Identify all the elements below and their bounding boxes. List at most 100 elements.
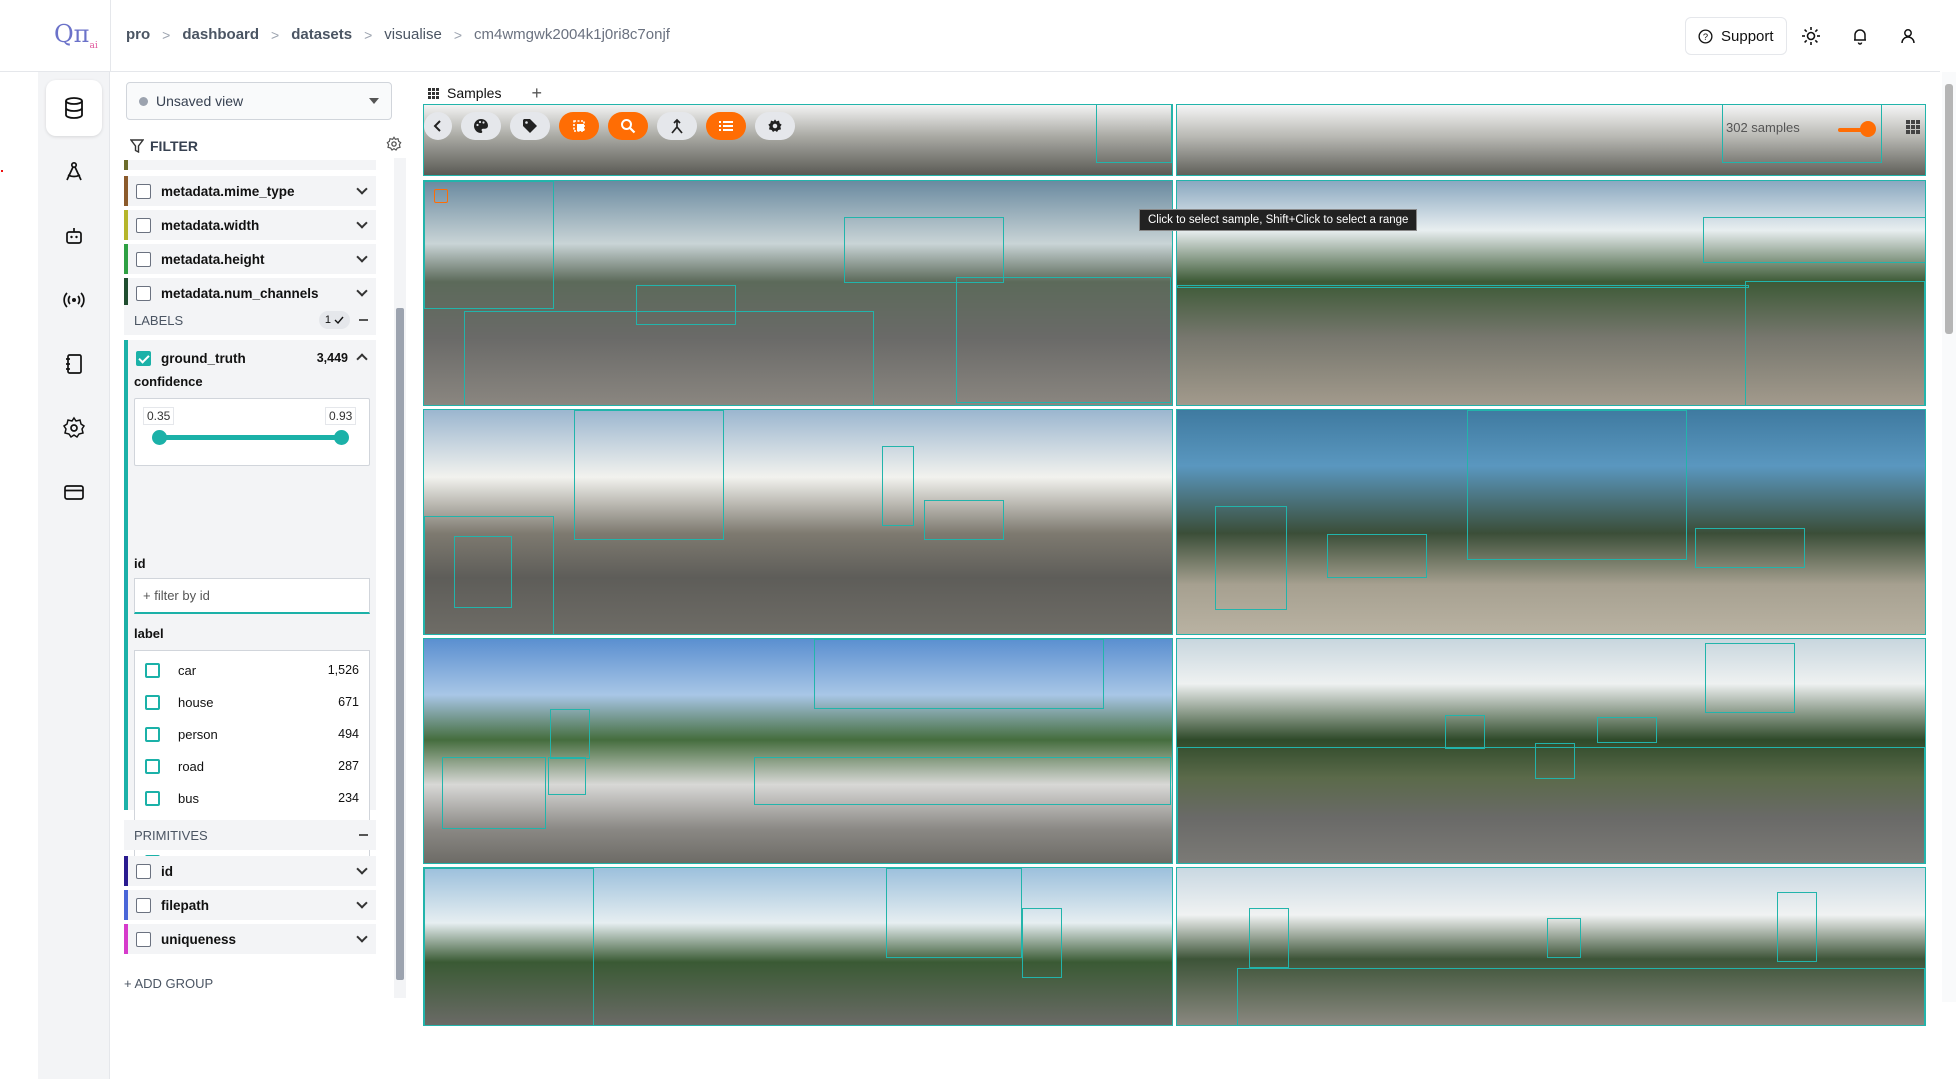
rail-datasets[interactable] <box>46 80 102 136</box>
field-row-height[interactable]: metadata.height <box>124 244 376 274</box>
confidence-max-value[interactable]: 0.93 <box>325 407 357 425</box>
chevron-down-icon[interactable] <box>356 285 368 297</box>
label-count: 671 <box>338 695 359 709</box>
tab-samples-label: Samples <box>447 85 502 101</box>
chevron-down-icon[interactable] <box>356 897 368 909</box>
confidence-slider-track[interactable] <box>159 435 341 440</box>
breadcrumb-dashboard[interactable]: dashboard <box>182 26 259 43</box>
chevron-down-icon[interactable] <box>356 183 368 195</box>
field-row-uniqueness[interactable]: uniqueness <box>124 924 376 954</box>
patches-button[interactable] <box>559 112 599 140</box>
ground-truth-checkbox[interactable] <box>136 350 151 366</box>
field-checkbox[interactable] <box>136 251 151 267</box>
field-checkbox[interactable] <box>136 897 151 913</box>
samples-panel: Samples + 302 samples Click to select sa… <box>408 72 1940 1079</box>
display-options-button[interactable] <box>706 112 746 140</box>
label-name: bus <box>178 790 199 806</box>
breadcrumb-datasets[interactable]: datasets <box>291 26 352 43</box>
sample-grid <box>423 104 1926 1026</box>
sort-button[interactable] <box>657 112 697 140</box>
label-checkbox[interactable] <box>145 662 160 678</box>
label-item-bus[interactable]: bus 234 <box>135 785 369 811</box>
label-item-car[interactable]: car 1,526 <box>135 657 369 683</box>
label-checkbox[interactable] <box>145 694 160 710</box>
rail-broadcast[interactable] <box>46 272 102 328</box>
chevron-down-icon[interactable] <box>356 931 368 943</box>
rail-billing[interactable] <box>46 464 102 520</box>
app-logo[interactable]: Qπai <box>54 20 98 51</box>
ground-truth-panel: ground_truth 3,449 confidence 0.35 0.93 … <box>124 340 376 882</box>
stray-dot <box>1 170 3 172</box>
labels-section-header[interactable]: LABELS 1 <box>124 305 376 335</box>
primitives-section-header[interactable]: PRIMITIVES <box>124 820 376 850</box>
list-icon <box>719 121 733 131</box>
thumbnail-size-handle[interactable] <box>1860 121 1876 137</box>
bounding-box <box>1096 105 1172 163</box>
sample-tile[interactable] <box>423 180 1173 406</box>
collapse-icon[interactable] <box>359 319 368 321</box>
label-item-road[interactable]: road 287 <box>135 753 369 779</box>
label-item-person[interactable]: person 494 <box>135 721 369 747</box>
label-checkbox[interactable] <box>145 726 160 742</box>
sample-tile[interactable] <box>1176 409 1926 635</box>
sample-tile[interactable] <box>423 409 1173 635</box>
label-checkbox[interactable] <box>145 758 160 774</box>
bounding-box <box>1177 747 1925 863</box>
sample-tile[interactable] <box>423 638 1173 864</box>
labels-badge-count: 1 <box>324 314 331 326</box>
rail-agents[interactable] <box>46 208 102 264</box>
sample-tile[interactable] <box>423 867 1173 1026</box>
field-row-id[interactable]: id <box>124 856 376 886</box>
tag-button[interactable] <box>510 112 550 140</box>
field-checkbox[interactable] <box>136 217 151 233</box>
filter-settings-icon[interactable] <box>386 136 402 152</box>
field-checkbox[interactable] <box>136 931 151 947</box>
theme-toggle-button[interactable] <box>1795 20 1827 52</box>
view-select[interactable]: Unsaved view <box>126 82 392 120</box>
label-item-house[interactable]: house 671 <box>135 689 369 715</box>
field-checkbox[interactable] <box>136 285 151 301</box>
breadcrumb-pro[interactable]: pro <box>126 26 150 43</box>
field-checkbox[interactable] <box>136 863 151 879</box>
confidence-max-handle[interactable] <box>334 430 349 445</box>
bounding-box <box>1695 528 1805 568</box>
user-menu-button[interactable] <box>1892 20 1924 52</box>
add-tab-button[interactable]: + <box>531 83 542 104</box>
notifications-button[interactable] <box>1844 20 1876 52</box>
label-checkbox[interactable] <box>145 790 160 806</box>
rail-notebooks[interactable] <box>46 336 102 392</box>
rail-models[interactable] <box>46 144 102 200</box>
id-filter-input[interactable]: + filter by id <box>134 578 370 614</box>
support-button[interactable]: ? Support <box>1685 17 1787 55</box>
tab-samples[interactable]: Samples <box>422 85 507 101</box>
sample-tile[interactable] <box>1176 104 1926 176</box>
collapse-icon[interactable] <box>359 834 368 836</box>
back-button[interactable] <box>424 112 452 140</box>
grid-scrollbar-thumb[interactable] <box>1945 84 1953 334</box>
grid-settings-button[interactable] <box>755 112 795 140</box>
grid-layout-button[interactable] <box>1906 120 1920 139</box>
confidence-min-handle[interactable] <box>152 430 167 445</box>
field-row-width[interactable]: metadata.width <box>124 210 376 240</box>
sample-tile[interactable] <box>1176 867 1926 1026</box>
field-row-num-channels[interactable]: metadata.num_channels <box>124 278 376 308</box>
chevron-down-icon[interactable] <box>356 217 368 229</box>
field-row-filepath[interactable]: filepath <box>124 890 376 920</box>
sidebar-scrollbar-thumb[interactable] <box>396 308 404 980</box>
add-group-button[interactable]: + ADD GROUP <box>124 976 213 991</box>
color-scheme-button[interactable] <box>461 112 501 140</box>
chevron-down-icon[interactable] <box>356 251 368 263</box>
sample-tile[interactable] <box>1176 638 1926 864</box>
breadcrumb-visualise[interactable]: visualise <box>384 26 442 43</box>
bounding-box <box>574 410 724 540</box>
ground-truth-row[interactable]: ground_truth 3,449 <box>124 346 376 370</box>
grid-scrollbar[interactable] <box>1942 72 1956 1002</box>
similarity-search-button[interactable] <box>608 112 648 140</box>
confidence-min-value[interactable]: 0.35 <box>143 407 175 425</box>
rail-settings[interactable] <box>46 400 102 456</box>
field-checkbox[interactable] <box>136 183 151 199</box>
field-row-mime-type[interactable]: metadata.mime_type <box>124 176 376 206</box>
sidebar-scrollbar[interactable] <box>394 158 406 998</box>
chevron-down-icon[interactable] <box>356 863 368 875</box>
chevron-up-icon[interactable] <box>356 353 368 365</box>
